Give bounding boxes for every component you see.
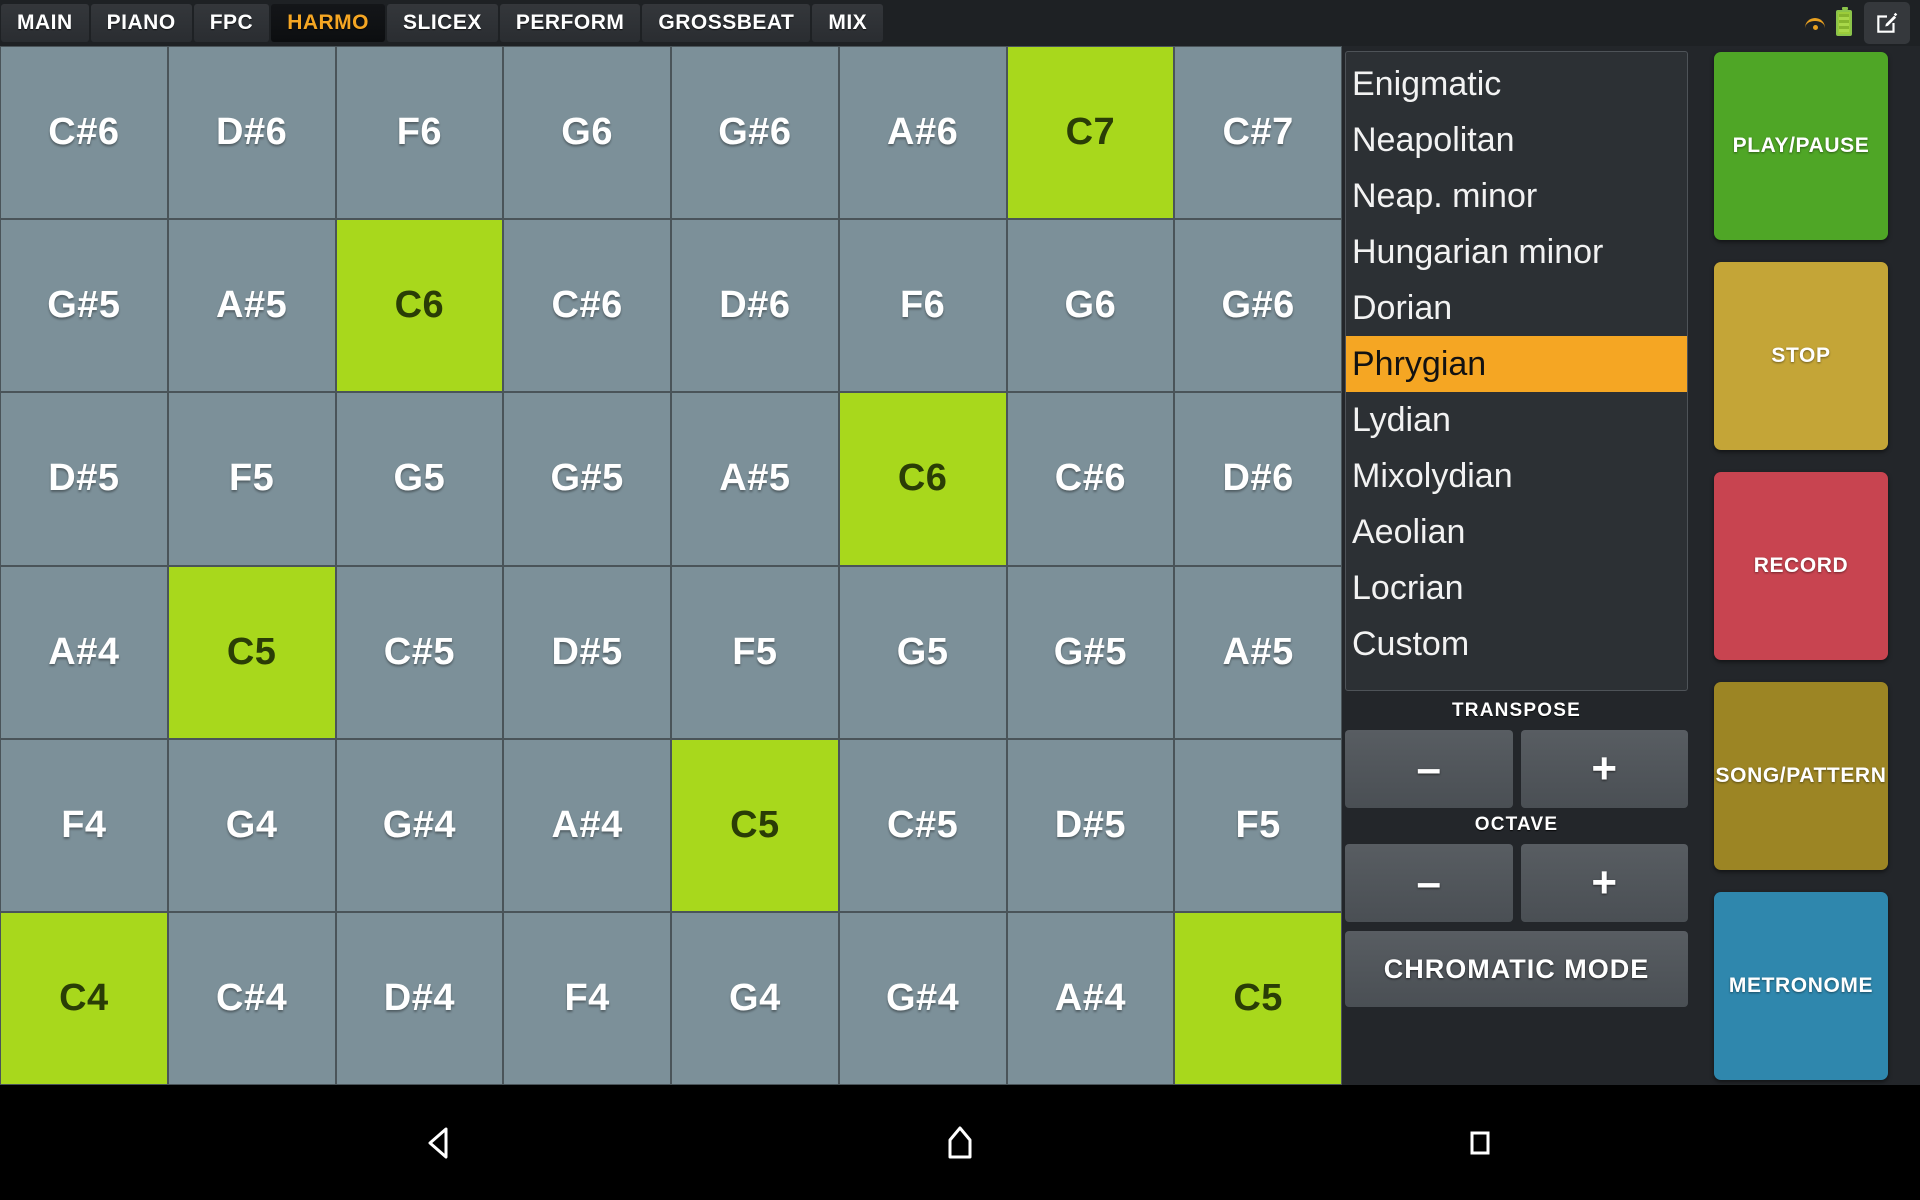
note-pad[interactable]: D#6	[167, 46, 336, 220]
note-pad[interactable]: G#6	[671, 46, 839, 220]
note-pad[interactable]: G6	[503, 46, 671, 220]
transpose-plus-button[interactable]: +	[1520, 730, 1688, 808]
scale-option-enigmatic[interactable]: Enigmatic	[1346, 56, 1687, 112]
metronome-button[interactable]: METRONOME	[1714, 892, 1888, 1080]
transpose-row: – +	[1345, 730, 1688, 808]
tab-main[interactable]: MAIN	[1, 4, 89, 42]
scale-option-locrian[interactable]: Locrian	[1346, 560, 1687, 616]
scale-option-hungarian-minor[interactable]: Hungarian minor	[1346, 224, 1687, 280]
edit-icon[interactable]	[1864, 2, 1910, 44]
note-pad[interactable]: A#5	[167, 219, 336, 393]
octave-row: – +	[1345, 844, 1688, 922]
note-pad[interactable]: C4	[0, 911, 168, 1085]
tab-piano[interactable]: PIANO	[90, 4, 192, 42]
note-pad[interactable]: C#6	[1006, 392, 1175, 566]
transpose-minus-button[interactable]: –	[1345, 730, 1513, 808]
note-pad[interactable]: C6	[335, 219, 504, 393]
note-pad[interactable]: F5	[167, 392, 336, 566]
note-pad[interactable]: A#4	[1006, 911, 1175, 1085]
record-button[interactable]: RECORD	[1714, 472, 1888, 660]
note-pad[interactable]: G5	[838, 565, 1007, 739]
app-root: MAIN PIANO FPC HARMO SLICEX PERFORM GROSSBEAT M…	[0, 0, 1920, 1200]
note-pad[interactable]: F6	[335, 46, 504, 220]
tab-fpc[interactable]: FPC	[193, 4, 270, 42]
transpose-label: TRANSPOSE	[1451, 700, 1582, 721]
song-pattern-button[interactable]: SONG/PATTERN	[1714, 682, 1888, 870]
note-pad[interactable]: A#4	[503, 738, 671, 912]
note-pad[interactable]: A#4	[0, 565, 168, 739]
note-pad[interactable]: C7	[1006, 46, 1175, 220]
note-pad[interactable]: A#5	[1174, 565, 1342, 739]
note-pad[interactable]: F4	[503, 911, 671, 1085]
stop-button[interactable]: STOP	[1714, 262, 1888, 450]
tab-mix[interactable]: MIX	[812, 4, 884, 42]
note-pad[interactable]: F4	[0, 738, 168, 912]
note-pad[interactable]: D#6	[671, 219, 839, 393]
tab-list: MAIN PIANO FPC HARMO SLICEX PERFORM GROSSBEAT M…	[0, 0, 884, 46]
note-pad[interactable]: D#5	[503, 565, 671, 739]
note-pad[interactable]: C#4	[167, 911, 336, 1085]
note-pad[interactable]: G#6	[1174, 219, 1342, 393]
scale-option-mixolydian[interactable]: Mixolydian	[1346, 448, 1687, 504]
note-pad[interactable]: G#4	[838, 911, 1007, 1085]
note-pad[interactable]: C6	[838, 392, 1007, 566]
note-pad[interactable]: G#5	[0, 219, 168, 393]
scale-option-neap-minor[interactable]: Neap. minor	[1346, 168, 1687, 224]
scale-option-phrygian[interactable]: Phrygian	[1346, 336, 1687, 392]
note-pad[interactable]: F6	[838, 219, 1007, 393]
scale-option-neapolitan[interactable]: Neapolitan	[1346, 112, 1687, 168]
octave-minus-button[interactable]: –	[1345, 844, 1513, 922]
note-pad[interactable]: C#6	[503, 219, 671, 393]
play-pause-button[interactable]: PLAY/PAUSE	[1714, 52, 1888, 240]
note-pad[interactable]: G#4	[335, 738, 504, 912]
back-icon[interactable]	[340, 1085, 540, 1200]
scale-mode-dropdown[interactable]: Enigmatic Neapolitan Neap. minor Hungarian …	[1345, 51, 1688, 691]
octave-plus-button[interactable]: +	[1520, 844, 1688, 922]
note-pad[interactable]: G4	[167, 738, 336, 912]
status-icons	[1804, 0, 1920, 46]
note-pad[interactable]: C#5	[335, 565, 504, 739]
note-pad[interactable]: C5	[1174, 911, 1342, 1085]
note-pad[interactable]: F5	[671, 565, 839, 739]
tab-perform[interactable]: PERFORM	[499, 4, 641, 42]
note-pad[interactable]: G4	[671, 911, 839, 1085]
note-pad[interactable]: G#5	[503, 392, 671, 566]
note-pad[interactable]: D#6	[1174, 392, 1342, 566]
battery-icon	[1836, 7, 1852, 36]
wifi-icon	[1804, 14, 1826, 32]
note-pad-grid[interactable]: C#6 D#6 F6 G6 G#6 A#6 C7 C#7 G#5 A#5 C6 C#6 D#6 F6 G6 G…	[0, 46, 1342, 1085]
note-pad[interactable]: C#5	[838, 738, 1007, 912]
note-pad[interactable]: C#6	[0, 46, 168, 220]
note-pad[interactable]: A#6	[838, 46, 1007, 220]
note-pad[interactable]: G#5	[1006, 565, 1175, 739]
octave-label: OCTAVE	[1474, 814, 1559, 835]
tab-grossbeat[interactable]: GROSSBEAT	[642, 4, 811, 42]
transport-button-column: PLAY/PAUSE STOP RECORD SONG/PATTERN METRONOM…	[1714, 52, 1888, 1080]
tab-harmo[interactable]: HARMO	[271, 4, 386, 42]
tab-slicex[interactable]: SLICEX	[387, 4, 498, 42]
top-tab-bar: MAIN PIANO FPC HARMO SLICEX PERFORM GROSSBEAT M…	[0, 0, 1920, 46]
android-nav-bar	[0, 1085, 1920, 1200]
note-pad[interactable]: D#4	[335, 911, 504, 1085]
note-pad[interactable]: D#5	[1006, 738, 1175, 912]
note-pad[interactable]: C5	[671, 738, 839, 912]
chromatic-mode-button[interactable]: CHROMATIC MODE	[1345, 931, 1688, 1007]
home-icon[interactable]	[860, 1085, 1060, 1200]
note-pad[interactable]: C5	[167, 565, 336, 739]
note-pad[interactable]: F5	[1174, 738, 1342, 912]
note-pad[interactable]: G5	[335, 392, 504, 566]
transpose-octave-panel: TRANSPOSE – + OCTAVE – + CHROMATIC MODE	[1345, 694, 1688, 1085]
scale-option-lydian[interactable]: Lydian	[1346, 392, 1687, 448]
scale-option-aeolian[interactable]: Aeolian	[1346, 504, 1687, 560]
recents-icon[interactable]	[1380, 1085, 1580, 1200]
note-pad[interactable]: C#7	[1174, 46, 1342, 220]
note-pad[interactable]: G6	[1006, 219, 1175, 393]
note-pad[interactable]: D#5	[0, 392, 168, 566]
note-pad[interactable]: A#5	[671, 392, 839, 566]
scale-option-custom[interactable]: Custom	[1346, 616, 1687, 672]
scale-option-dorian[interactable]: Dorian	[1346, 280, 1687, 336]
